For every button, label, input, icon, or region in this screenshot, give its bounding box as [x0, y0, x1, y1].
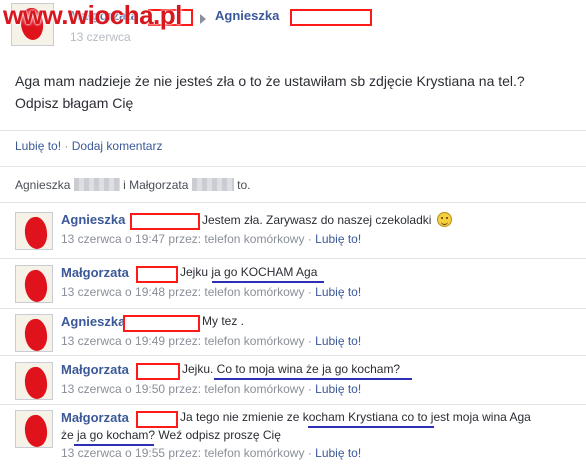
like-link[interactable]: Lubię to! [15, 139, 61, 153]
commenter-name[interactable]: Małgorzata [61, 362, 129, 377]
comment-item: Małgorzata Jejku. Co to moja wina że ja … [0, 359, 586, 407]
comment-text-continued: że ja go kocham? Weź odpisz proszę Cię [61, 428, 281, 442]
redaction-box [290, 9, 372, 26]
divider [0, 355, 586, 356]
comment-via: przez: telefon komórkowy [168, 232, 305, 246]
comment-item: Małgorzata Jejku ja go KOCHAM Aga 13 cze… [0, 262, 586, 310]
comment-like-link[interactable]: Lubię to! [315, 285, 361, 299]
smiley-icon [436, 212, 452, 227]
redaction-box [130, 213, 200, 230]
likes-summary: Agnieszka i Małgorzata to. [15, 178, 250, 192]
avatar-scribble [22, 365, 50, 399]
separator: · [64, 139, 69, 153]
avatar-scribble [22, 268, 50, 302]
add-comment-link[interactable]: Dodaj komentarz [72, 139, 163, 153]
separator: · [307, 285, 312, 299]
post-actions: Lubię to! · Dodaj komentarz [15, 139, 162, 153]
comment-like-link[interactable]: Lubię to! [315, 446, 361, 460]
commenter-avatar[interactable] [15, 362, 53, 400]
comment-text-content: Jestem zła. Zarywasz do naszej czekoladk… [202, 213, 432, 227]
blurred-surname [191, 178, 234, 191]
comment-like-link[interactable]: Lubię to! [315, 334, 361, 348]
comment-meta: 13 czerwca o 19:48 przez: telefon komórk… [61, 285, 361, 299]
comment-via: przez: telefon komórkowy [168, 446, 305, 460]
post-text-line: Odpisz błagam Cię [15, 95, 134, 111]
redaction-box [136, 363, 180, 380]
divider [0, 166, 586, 167]
post-recipient-name[interactable]: Agnieszka [215, 8, 279, 23]
comment-meta: 13 czerwca o 19:50 przez: telefon komórk… [61, 382, 361, 396]
commenter-name[interactable]: Małgorzata [61, 265, 129, 280]
comment-text: Jejku ja go KOCHAM Aga [180, 265, 318, 279]
comment-time[interactable]: 13 czerwca o 19:55 [61, 446, 165, 460]
comment-text: Jestem zła. Zarywasz do naszej czekoladk… [202, 212, 452, 227]
separator: · [307, 446, 312, 460]
commenter-avatar[interactable] [15, 314, 53, 352]
comment-time[interactable]: 13 czerwca o 19:49 [61, 334, 165, 348]
redaction-box [136, 411, 178, 428]
comment-meta: 13 czerwca o 19:47 przez: telefon komórk… [61, 232, 361, 246]
comment-text: Jejku. Co to moja wina że ja go kocham? [182, 362, 401, 376]
redaction-box [123, 315, 200, 332]
commenter-avatar[interactable] [15, 265, 53, 303]
comment-text: My tez . [202, 314, 245, 328]
comment-like-link[interactable]: Lubię to! [315, 232, 361, 246]
commenter-name[interactable]: Małgorzata [61, 410, 129, 425]
blurred-surname [73, 178, 120, 191]
commenter-avatar[interactable] [15, 212, 53, 250]
comment-item: Agnieszka My tez . 13 czerwca o 19:49 pr… [0, 311, 586, 359]
separator: · [307, 334, 312, 348]
post-text-line: Aga mam nadzieje że nie jesteś zła o to … [15, 73, 525, 89]
arrow-right-icon [200, 14, 206, 24]
comment-item: Małgorzata Ja tego nie zmienie ze kocham… [0, 407, 586, 466]
redaction-box [136, 266, 178, 283]
comment-via: przez: telefon komórkowy [168, 334, 305, 348]
post-date[interactable]: 13 czerwca [70, 30, 131, 44]
divider [0, 308, 586, 309]
liker-name[interactable]: Agnieszka [15, 178, 70, 192]
comment-via: przez: telefon komórkowy [168, 285, 305, 299]
post-body: Aga mam nadzieje że nie jesteś zła o to … [15, 70, 575, 114]
comment-time[interactable]: 13 czerwca o 19:48 [61, 285, 165, 299]
commenter-name[interactable]: Agnieszka [61, 212, 125, 227]
liker-name[interactable]: Małgorzata [129, 178, 188, 192]
avatar-scribble [22, 317, 50, 351]
avatar-scribble [22, 215, 50, 249]
divider [0, 130, 586, 131]
separator: · [307, 232, 312, 246]
likes-conjunction: i [123, 178, 126, 192]
comment-time[interactable]: 13 czerwca o 19:47 [61, 232, 165, 246]
divider [0, 404, 586, 405]
comment-meta: 13 czerwca o 19:49 przez: telefon komórk… [61, 334, 361, 348]
commenter-name[interactable]: Agnieszka [61, 314, 125, 329]
commenter-avatar[interactable] [15, 410, 53, 448]
divider [0, 202, 586, 203]
comment-item: Agnieszka Jestem zła. Zarywasz do naszej… [0, 209, 586, 257]
watermark-logo: www.wiocha.pl [3, 0, 182, 30]
separator: · [307, 382, 312, 396]
comment-via: przez: telefon komórkowy [168, 382, 305, 396]
comment-text: Ja tego nie zmienie ze kocham Krystiana … [180, 410, 531, 424]
likes-suffix: to. [237, 178, 251, 192]
underline-mark [214, 378, 412, 380]
underline-mark [308, 426, 434, 428]
comment-like-link[interactable]: Lubię to! [315, 382, 361, 396]
avatar-scribble [22, 413, 50, 447]
divider [0, 258, 586, 259]
facebook-wall-post: Małgorzata Agnieszka 13 czerwca www.wioc… [0, 0, 586, 466]
comment-time[interactable]: 13 czerwca o 19:50 [61, 382, 165, 396]
underline-mark [212, 281, 324, 283]
comment-meta: 13 czerwca o 19:55 przez: telefon komórk… [61, 446, 361, 460]
